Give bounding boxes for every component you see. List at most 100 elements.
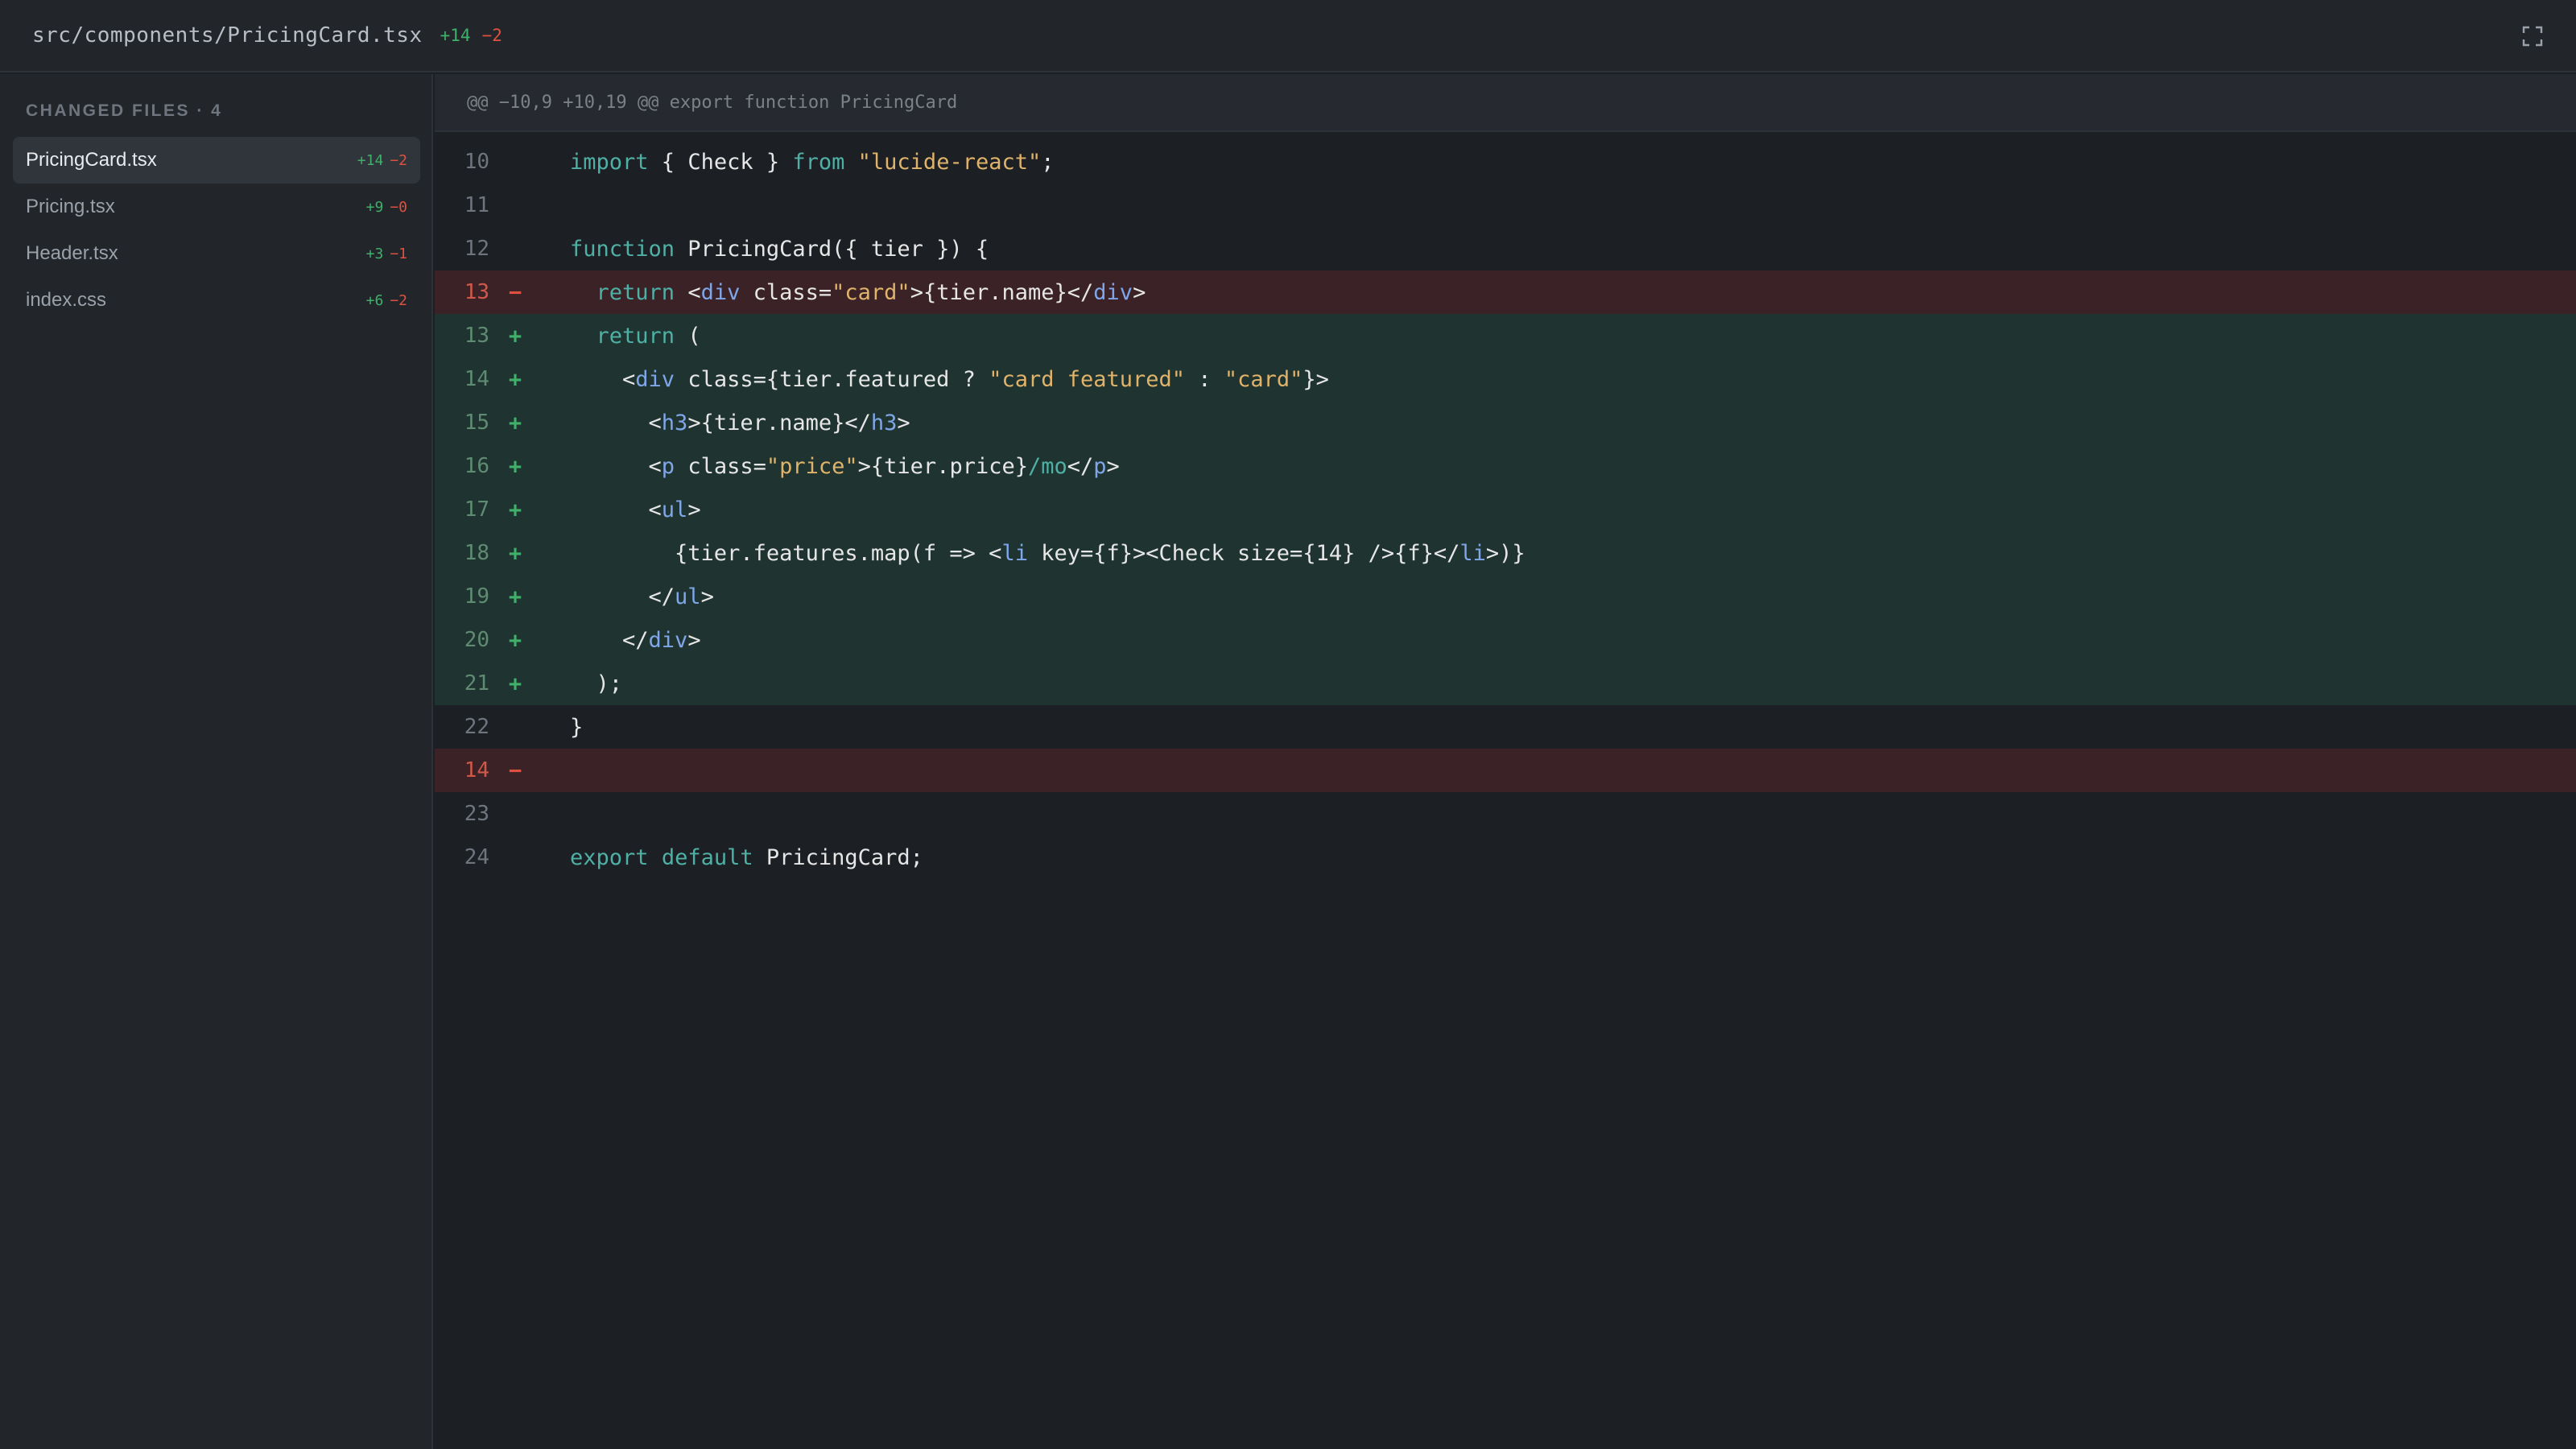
code-token: li xyxy=(1001,540,1028,566)
line-number: 11 xyxy=(464,193,489,217)
code-text: } xyxy=(541,715,583,740)
code-token: >{tier.name}</ xyxy=(687,410,871,436)
file-list: PricingCard.tsx +14 −2 Pricing.tsx +9 −0 Heade… xyxy=(13,137,420,324)
code-text: </ul> xyxy=(541,584,714,609)
code-token: < xyxy=(570,453,662,479)
code-text: <ul> xyxy=(541,497,701,522)
code-token: "card" xyxy=(832,279,910,305)
code-token: > xyxy=(687,627,701,653)
file-stats: +3 −1 xyxy=(366,246,407,262)
code-token: key={f}><Check size={14} />{f}</ xyxy=(1027,540,1460,566)
diff-line: 16 + <p class="price">{tier.price}/mo</p> xyxy=(435,444,2576,488)
code-text: return ( xyxy=(541,324,701,349)
code-token: >)} xyxy=(1485,540,1525,566)
code-text: import { Check } from "lucide-react"; xyxy=(541,150,1055,175)
code-token: p xyxy=(1093,453,1107,479)
code-token: default xyxy=(661,844,753,870)
file-item[interactable]: Header.tsx +3 −1 xyxy=(13,230,420,277)
code-token: class= xyxy=(740,279,832,305)
code-token: PricingCard({ tier }) { xyxy=(675,236,989,262)
code-token: ); xyxy=(570,671,623,696)
file-name: Header.tsx xyxy=(26,242,118,264)
diff-line: 14− xyxy=(435,749,2576,792)
code-token: return xyxy=(596,323,675,349)
code-token: "card featured" xyxy=(989,366,1186,392)
code-token: < xyxy=(570,497,662,522)
diff-line: 14 + <div class={tier.featured ? "card fe… xyxy=(435,357,2576,401)
line-number: 13 xyxy=(464,280,489,304)
code-token: return xyxy=(596,279,675,305)
file-item[interactable]: index.css +6 −2 xyxy=(13,277,420,324)
code-token: {tier.features.map(f => < xyxy=(570,540,1002,566)
file-stats: +9 −0 xyxy=(366,199,407,216)
file-name: Pricing.tsx xyxy=(26,196,115,217)
line-number: 21 xyxy=(464,671,489,696)
code-token: </ xyxy=(1067,453,1094,479)
code-token: p xyxy=(661,453,675,479)
code-token: > xyxy=(1106,453,1120,479)
expand-icon[interactable] xyxy=(2521,25,2544,47)
code-token: < xyxy=(570,366,636,392)
file-deletions: −1 xyxy=(390,245,407,262)
line-number: 12 xyxy=(464,237,489,261)
line-number: 14 xyxy=(464,758,489,782)
code-token: h3 xyxy=(661,410,688,436)
diff-line: 22} xyxy=(435,705,2576,749)
code-token: } xyxy=(570,714,584,740)
file-stats: +14 −2 xyxy=(357,152,407,169)
file-path: src/components/PricingCard.tsx xyxy=(32,23,423,47)
code-token: from xyxy=(792,149,845,175)
code-token: > xyxy=(687,497,701,522)
code-token: export xyxy=(570,844,649,870)
diff-marker: + xyxy=(508,671,522,696)
diff-marker: + xyxy=(508,323,522,349)
line-number: 23 xyxy=(464,802,489,826)
code-token: : xyxy=(1185,366,1224,392)
code-token: class={tier.featured ? xyxy=(675,366,989,392)
diff-marker: − xyxy=(508,279,522,305)
diff-line: 24 export default PricingCard; xyxy=(435,836,2576,879)
code-token: li xyxy=(1459,540,1486,566)
file-header: src/components/PricingCard.tsx +14 −2 xyxy=(0,0,2576,72)
diff-view: @@ −10,9 +10,19 @@ export function Prici… xyxy=(435,74,2576,1449)
diff-lines: 10 import { Check } from "lucide-react"; 1… xyxy=(435,132,2576,879)
code-text: </div> xyxy=(541,628,701,653)
file-item[interactable]: Pricing.tsx +9 −0 xyxy=(13,184,420,230)
diff-line: 13− return <div class="card">{tier.name}… xyxy=(435,270,2576,314)
line-number: 22 xyxy=(464,715,489,739)
file-stats: +6 −2 xyxy=(366,292,407,309)
file-item[interactable]: PricingCard.tsx +14 −2 xyxy=(13,137,420,184)
line-number: 20 xyxy=(464,628,489,652)
code-text: return <div class="card">{tier.name}</di… xyxy=(541,280,1146,305)
diff-marker: + xyxy=(508,453,522,479)
diff-line: 12 function PricingCard({ tier }) { xyxy=(435,227,2576,270)
diff-line: 19 + </ul> xyxy=(435,575,2576,618)
file-name: PricingCard.tsx xyxy=(26,149,157,171)
code-token: < xyxy=(570,410,662,436)
diff-marker: − xyxy=(508,758,522,783)
file-additions: +6 xyxy=(365,291,384,309)
code-token: function xyxy=(570,236,675,262)
diff-line: 21 + ); xyxy=(435,662,2576,705)
code-token: ( xyxy=(675,323,701,349)
code-token: >{tier.name}</ xyxy=(910,279,1094,305)
code-text: <p class="price">{tier.price}/mo</p> xyxy=(541,454,1120,479)
code-token: "card" xyxy=(1224,366,1303,392)
code-text: export default PricingCard; xyxy=(541,845,923,870)
code-token: import xyxy=(570,149,649,175)
line-number: 15 xyxy=(464,411,489,435)
line-number: 10 xyxy=(464,150,489,174)
code-token: < xyxy=(675,279,701,305)
diff-line: 10 import { Check } from "lucide-react"; xyxy=(435,140,2576,184)
code-token: div xyxy=(635,366,675,392)
deletions-count: −2 xyxy=(481,26,502,45)
hunk-header: @@ −10,9 +10,19 @@ export function Prici… xyxy=(435,74,2576,132)
code-token: div xyxy=(700,279,741,305)
file-additions: +9 xyxy=(365,198,384,216)
file-deletions: −2 xyxy=(390,291,407,309)
additions-count: +14 xyxy=(440,26,471,45)
changed-files-sidebar: CHANGED FILES · 4 PricingCard.tsx +14 −2 Pr… xyxy=(0,74,433,1449)
code-token: class= xyxy=(675,453,766,479)
diff-line: 15 + <h3>{tier.name}</h3> xyxy=(435,401,2576,444)
